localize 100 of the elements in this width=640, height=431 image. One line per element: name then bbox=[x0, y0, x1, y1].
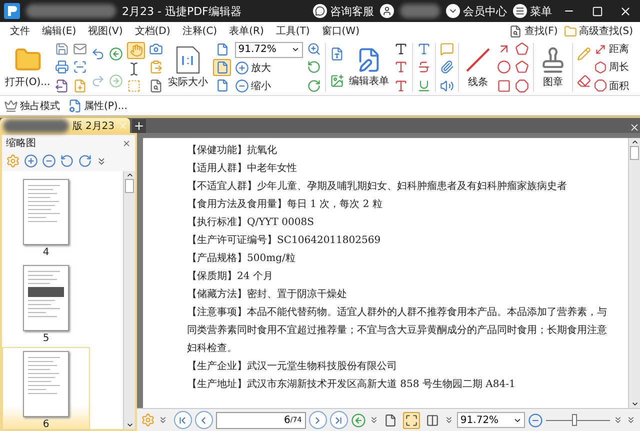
text-field-icon[interactable] bbox=[394, 78, 408, 93]
menu-item[interactable]: 视图(V) bbox=[82, 24, 129, 38]
more-icon[interactable] bbox=[626, 415, 636, 425]
thumbnail-item[interactable]: 4 bbox=[2, 175, 90, 259]
export-icon[interactable] bbox=[55, 78, 70, 93]
image-add-icon[interactable] bbox=[330, 74, 344, 88]
measure-button[interactable]: 距离 bbox=[594, 42, 630, 56]
undo-icon[interactable] bbox=[91, 46, 106, 61]
scrollbar[interactable] bbox=[123, 171, 135, 429]
minus-circle-icon[interactable] bbox=[235, 79, 250, 94]
zoom-out-icon[interactable] bbox=[42, 154, 56, 168]
text-field-icon[interactable] bbox=[394, 60, 408, 74]
camera-icon[interactable] bbox=[149, 42, 164, 56]
menu-item[interactable]: 工具(T) bbox=[270, 24, 316, 38]
pentagon-icon[interactable] bbox=[515, 60, 530, 74]
scroll-down-icon[interactable] bbox=[126, 421, 134, 429]
zoom-out-icon[interactable] bbox=[528, 412, 544, 428]
find-icon[interactable] bbox=[509, 24, 522, 38]
speaker-icon[interactable] bbox=[440, 78, 454, 93]
menu-icon[interactable] bbox=[515, 6, 525, 16]
plus-circle-icon[interactable] bbox=[235, 61, 250, 76]
chat-icon[interactable] bbox=[315, 6, 325, 16]
menu-item[interactable]: 注释(C) bbox=[176, 24, 224, 38]
printer-icon[interactable] bbox=[55, 60, 70, 74]
advanced-find-button[interactable]: 高级查找(S) bbox=[560, 24, 636, 38]
magnifier-icon[interactable] bbox=[307, 42, 322, 56]
previous-page-button[interactable] bbox=[194, 411, 213, 429]
open-button[interactable]: 打开(O)... bbox=[2, 40, 54, 95]
measure-button[interactable]: 周长 bbox=[594, 60, 630, 74]
page-thumbnail[interactable] bbox=[23, 179, 69, 245]
thumbnail-item[interactable]: 5 bbox=[2, 261, 90, 345]
rotate-left-icon[interactable] bbox=[307, 60, 322, 74]
circle-icon[interactable] bbox=[497, 60, 512, 74]
zoom-select[interactable]: 91.72% bbox=[457, 412, 526, 428]
menu-item[interactable]: 文档(D) bbox=[128, 24, 176, 38]
more-icon[interactable] bbox=[158, 415, 168, 425]
underline-icon[interactable] bbox=[417, 78, 432, 93]
crown-icon[interactable] bbox=[4, 98, 18, 112]
more-icon[interactable] bbox=[444, 415, 454, 425]
eraser-icon[interactable] bbox=[577, 74, 592, 88]
measure-button[interactable]: 面积 bbox=[594, 78, 630, 93]
save-icon[interactable] bbox=[55, 42, 70, 56]
text-box-icon[interactable] bbox=[330, 46, 344, 61]
member-button[interactable]: 会员中心 bbox=[446, 4, 507, 18]
paperclip-icon[interactable] bbox=[440, 60, 454, 74]
thumbnail-item[interactable]: 6 bbox=[2, 347, 90, 429]
exclusive-mode-button[interactable]: 独占模式 bbox=[4, 98, 60, 112]
next-page-button[interactable] bbox=[308, 411, 327, 429]
new-tab-button[interactable] bbox=[132, 119, 146, 133]
menu-button[interactable]: 菜单 bbox=[513, 4, 552, 18]
rotate-right-icon[interactable] bbox=[307, 78, 322, 93]
strikethrough-icon[interactable] bbox=[417, 60, 432, 74]
note-icon[interactable] bbox=[440, 42, 454, 56]
scroll-thumb[interactable] bbox=[630, 146, 639, 160]
menu-item[interactable]: 文件 bbox=[4, 24, 36, 38]
user-icon[interactable] bbox=[380, 4, 394, 18]
last-page-button[interactable] bbox=[330, 411, 348, 429]
area-icon[interactable] bbox=[594, 79, 608, 92]
rotate-left-icon[interactable] bbox=[60, 154, 74, 168]
menu-item[interactable]: 窗口(W) bbox=[316, 24, 366, 38]
scroll-up-icon[interactable] bbox=[126, 171, 134, 179]
menu-item[interactable]: 表单(R) bbox=[223, 24, 270, 38]
text-field-icon[interactable] bbox=[394, 42, 408, 56]
close-icon[interactable] bbox=[629, 122, 640, 133]
menu-item[interactable]: 编辑(E) bbox=[36, 24, 82, 38]
more-icon[interactable] bbox=[96, 156, 107, 166]
slider-thumb[interactable] bbox=[572, 414, 577, 426]
document-tab[interactable]: 版 2月23 bbox=[0, 118, 130, 133]
page-thumbnail[interactable] bbox=[23, 351, 69, 417]
scroll-up-icon[interactable] bbox=[630, 138, 638, 146]
clipboard-icon[interactable] bbox=[149, 60, 164, 74]
more-icon[interactable] bbox=[613, 415, 624, 425]
scan-icon[interactable] bbox=[73, 60, 88, 74]
folder-search-icon[interactable] bbox=[564, 24, 577, 38]
page-thumbnail[interactable] bbox=[23, 265, 69, 331]
polygon-icon[interactable] bbox=[515, 42, 530, 56]
properties-icon[interactable] bbox=[68, 98, 82, 112]
zoom-select[interactable]: 91.72% bbox=[235, 42, 304, 58]
actual-size-button[interactable]: 实际大小 bbox=[165, 40, 212, 95]
zoom-out-button[interactable]: 缩小 bbox=[235, 79, 272, 94]
highlight-text-icon[interactable] bbox=[417, 42, 432, 56]
edit-form-button[interactable]: 编辑表单 bbox=[346, 40, 392, 95]
scrollbar[interactable] bbox=[628, 138, 640, 408]
scroll-down-icon[interactable] bbox=[630, 400, 638, 408]
support-button[interactable]: 咨询客服 bbox=[313, 4, 374, 18]
close-icon[interactable] bbox=[122, 138, 131, 148]
rotate-right-icon[interactable] bbox=[78, 154, 92, 168]
properties-button[interactable]: 属性(P)... bbox=[68, 98, 128, 112]
mail-icon[interactable] bbox=[73, 42, 88, 56]
perimeter-icon[interactable] bbox=[594, 60, 608, 74]
scroll-thumb[interactable] bbox=[125, 179, 134, 193]
zoom-in-icon[interactable] bbox=[24, 154, 38, 168]
find-button[interactable]: 查找(F) bbox=[506, 24, 561, 38]
line-button[interactable]: 线条 bbox=[461, 40, 496, 95]
page-layout-button[interactable] bbox=[402, 412, 420, 428]
file-search-icon[interactable] bbox=[149, 78, 164, 93]
first-page-button[interactable] bbox=[174, 411, 192, 429]
zoom-in-button[interactable]: 放大 bbox=[235, 61, 272, 76]
zoom-slider[interactable] bbox=[546, 414, 610, 426]
more-icon[interactable] bbox=[368, 415, 379, 425]
